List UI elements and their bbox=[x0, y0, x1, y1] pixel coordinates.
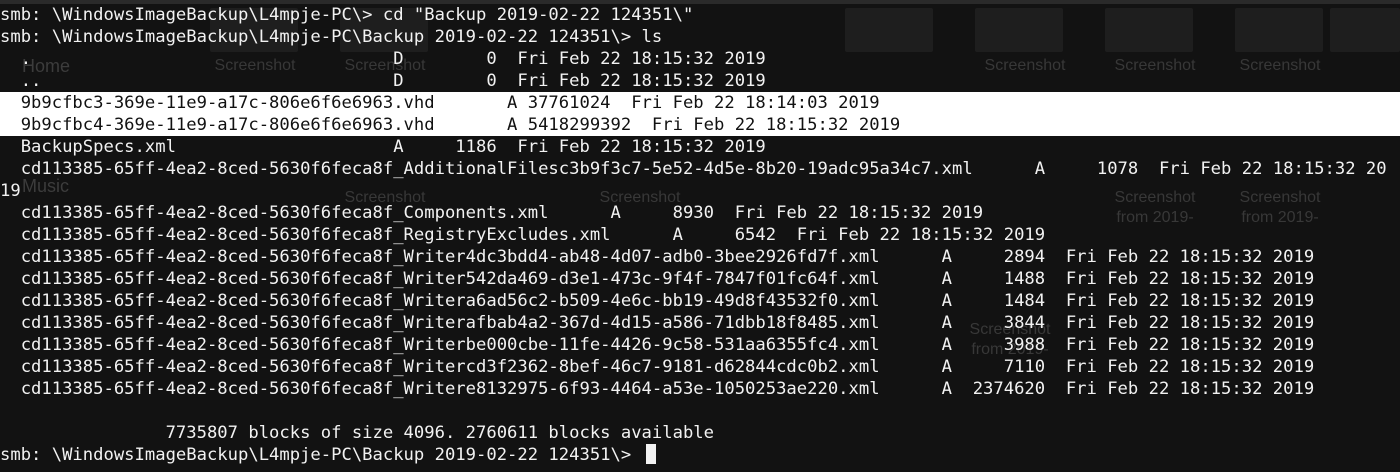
terminal-line-prompt-cd: smb: \WindowsImageBackup\L4mpje-PC\> cd … bbox=[0, 5, 694, 25]
terminal-line-prompt-current[interactable]: smb: \WindowsImageBackup\L4mpje-PC\Backu… bbox=[0, 444, 656, 466]
ghost-caption: Screenshot bbox=[1239, 189, 1321, 206]
ghost-caption: Screenshot bbox=[1114, 189, 1196, 206]
terminal-line-listing-selected: 9b9cfbc3-369e-11e9-a17c-806e6f6e6963.vhd… bbox=[0, 93, 880, 113]
terminal-line-prompt-ls: smb: \WindowsImageBackup\L4mpje-PC\Backu… bbox=[0, 27, 663, 47]
terminal-window[interactable]: Home Music Screenshot Screenshot Screens… bbox=[0, 0, 1400, 472]
terminal-line-listing: cd113385-65ff-4ea2-8ced-5630f6feca8f_Wri… bbox=[0, 291, 1315, 311]
terminal-line-listing: cd113385-65ff-4ea2-8ced-5630f6feca8f_Wri… bbox=[0, 335, 1315, 355]
ghost-thumbnail bbox=[1330, 8, 1400, 52]
terminal-line-blocks-summary: 7735807 blocks of size 4096. 2760611 blo… bbox=[0, 423, 714, 443]
terminal-line-listing: BackupSpecs.xml A 1186 Fri Feb 22 18:15:… bbox=[0, 137, 766, 157]
terminal-line-listing: cd113385-65ff-4ea2-8ced-5630f6feca8f_Wri… bbox=[0, 247, 1315, 267]
ghost-caption: Screenshot bbox=[1114, 57, 1196, 74]
terminal-line-listing: cd113385-65ff-4ea2-8ced-5630f6feca8f_Com… bbox=[0, 203, 984, 223]
terminal-line-listing: cd113385-65ff-4ea2-8ced-5630f6feca8f_Wri… bbox=[0, 379, 1315, 399]
terminal-line-listing: . D 0 Fri Feb 22 18:15:32 2019 bbox=[0, 49, 766, 69]
terminal-line-listing: .. D 0 Fri Feb 22 18:15:32 2019 bbox=[0, 71, 766, 91]
terminal-line-wrap: 19 bbox=[0, 181, 21, 201]
prompt-text: smb: \WindowsImageBackup\L4mpje-PC\Backu… bbox=[0, 445, 642, 465]
ghost-thumbnail bbox=[1105, 8, 1193, 52]
ghost-caption: from 2019- bbox=[1116, 209, 1194, 226]
terminal-line-listing: cd113385-65ff-4ea2-8ced-5630f6feca8f_Wri… bbox=[0, 357, 1315, 377]
ghost-thumbnail bbox=[975, 8, 1063, 52]
text-cursor bbox=[645, 444, 656, 464]
terminal-line-listing-selected: 9b9cfbc4-369e-11e9-a17c-806e6f6e6963.vhd… bbox=[0, 115, 901, 135]
terminal-line-listing: cd113385-65ff-4ea2-8ced-5630f6feca8f_Add… bbox=[0, 159, 1387, 179]
terminal-line-listing: cd113385-65ff-4ea2-8ced-5630f6feca8f_Wri… bbox=[0, 313, 1315, 333]
ghost-caption: Screenshot bbox=[984, 57, 1066, 74]
terminal-line-listing: cd113385-65ff-4ea2-8ced-5630f6feca8f_Reg… bbox=[0, 225, 1046, 245]
ghost-thumbnail bbox=[1235, 8, 1323, 52]
ghost-caption: Screenshot bbox=[1239, 57, 1321, 74]
terminal-line-listing: cd113385-65ff-4ea2-8ced-5630f6feca8f_Wri… bbox=[0, 269, 1315, 289]
ghost-thumbnail bbox=[845, 8, 933, 52]
ghost-caption: from 2019- bbox=[1241, 209, 1319, 226]
